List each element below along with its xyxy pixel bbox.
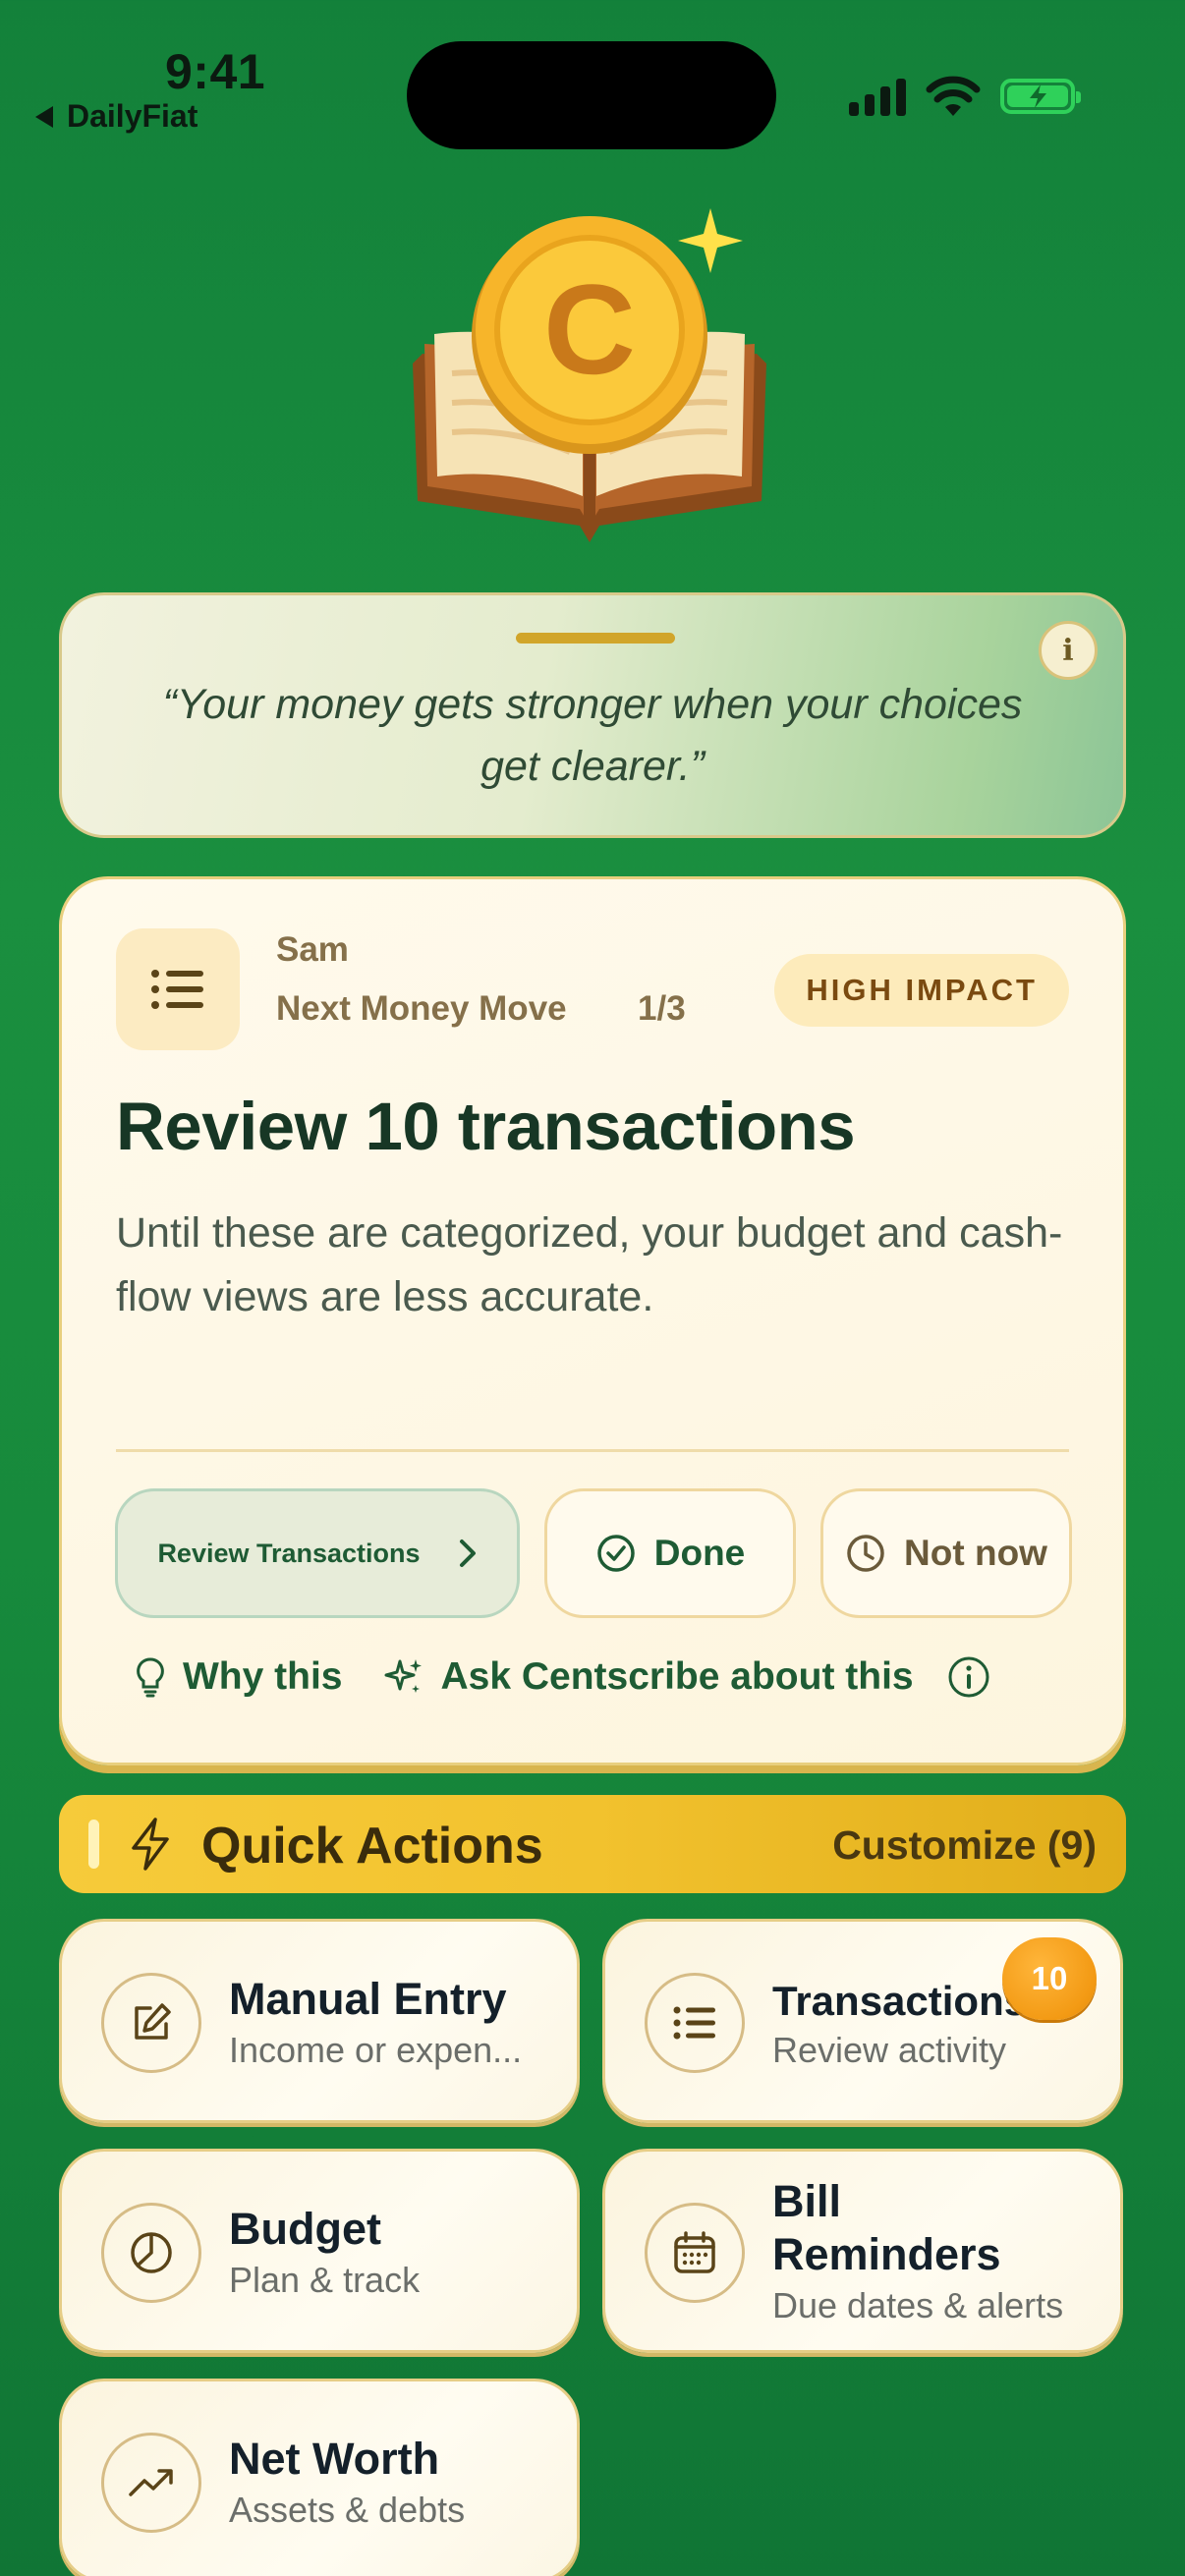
not-now-button[interactable]: Not now [820,1488,1072,1618]
tile-title: Net Worth [229,2434,440,2484]
pie-chart-icon [101,2203,201,2303]
tile-subtitle: Assets & debts [229,2490,466,2530]
dynamic-island [407,41,776,149]
chevron-right-icon [459,1540,476,1567]
why-this-label: Why this [183,1655,343,1698]
lightning-icon [132,1818,169,1871]
quick-actions-title: Quick Actions [201,1818,543,1875]
wifi-icon [926,76,981,116]
move-counter: 1/3 [638,989,686,1028]
tile-title: Budget [229,2204,381,2254]
tile-subtitle: Plan & track [229,2260,421,2300]
ask-centscribe-label: Ask Centscribe about this [440,1655,914,1698]
tile-title: Bill Reminders [772,2176,1001,2279]
tile-net-worth[interactable]: Net Worth Assets & debts [59,2379,580,2576]
tile-title: Transactions [772,1978,1028,2024]
user-name: Sam [276,930,349,969]
ask-centscribe-link[interactable]: Ask Centscribe about this [382,1655,990,1699]
quick-actions-header: Quick Actions Customize (9) [59,1795,1126,1893]
quote-card: i “Your money gets stronger when your ch… [59,592,1126,838]
clock-icon [847,1535,884,1572]
check-circle-icon [597,1535,635,1572]
info-circle-icon[interactable] [947,1655,990,1699]
impact-badge: HIGH IMPACT [774,954,1069,1027]
not-now-label: Not now [904,1533,1047,1573]
customize-button[interactable]: Customize (9) [832,1822,1097,1869]
divider [116,1449,1069,1452]
list-icon [645,1973,745,2073]
notification-badge: 10 [1002,1937,1097,2020]
tile-subtitle: Due dates & alerts [772,2285,1064,2325]
sparkles-icon [384,1659,422,1693]
drag-handle[interactable] [516,633,675,644]
tile-title: Manual Entry [229,1974,507,2024]
tile-subtitle: Review activity [772,2030,1007,2070]
tile-transactions[interactable]: Transactions Review activity 10 [602,1919,1123,2123]
edit-icon [101,1973,201,2073]
trend-up-icon [101,2433,201,2533]
tile-bill-reminders[interactable]: Bill Reminders Due dates & alerts [602,2149,1123,2353]
battery-icon [1000,79,1081,114]
lightbulb-icon [137,1657,164,1698]
calendar-icon [645,2203,745,2303]
list-icon [116,928,240,1050]
cellular-signal-icon [849,77,906,116]
back-arrow-icon [35,105,53,128]
move-description: Until these are categorized, your budget… [116,1209,1063,1320]
tile-manual-entry[interactable]: Manual Entry Income or expen... [59,1919,580,2123]
quote-text: “Your money gets stronger when your choi… [162,681,1023,790]
next-money-move-card: Sam Next Money Move 1/3 HIGH IMPACT Revi… [59,876,1126,1765]
info-icon[interactable]: i [1039,621,1098,680]
review-transactions-button[interactable]: Review Transactions [115,1488,520,1618]
tile-subtitle: Income or expen... [229,2030,523,2070]
tile-budget[interactable]: Budget Plan & track [59,2149,580,2353]
back-app-label: DailyFiat [67,98,198,134]
back-to-app-link[interactable]: DailyFiat [35,98,198,135]
status-time: 9:41 [165,44,266,99]
done-label: Done [653,1533,746,1573]
done-button[interactable]: Done [544,1488,796,1618]
next-move-label: Next Money Move [276,989,567,1028]
why-this-link[interactable]: Why this [136,1655,343,1699]
help-links: Why this Ask Centscribe about this [136,1655,1069,1699]
accent-bar [88,1820,99,1869]
svg-text:C: C [543,257,636,401]
review-button-label: Review Transactions [157,1538,421,1568]
move-headline: Review 10 transactions [116,1089,856,1164]
centscribe-logo: C [413,208,766,542]
